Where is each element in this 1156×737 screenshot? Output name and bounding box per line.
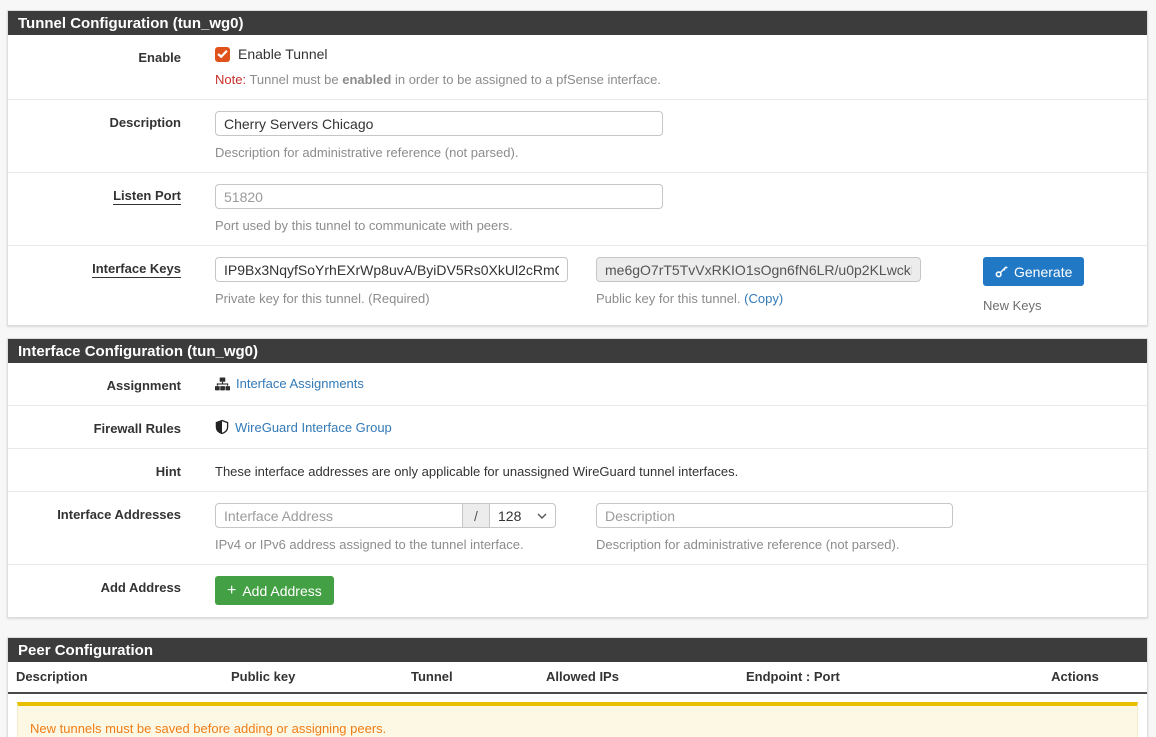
assignment-row: Assignment Interface A: [8, 363, 1147, 406]
hint-label: Hint: [8, 460, 181, 479]
hint-row: Hint These interface addresses are only …: [8, 449, 1147, 492]
interface-addresses-row: Interface Addresses / 128: [8, 492, 1147, 565]
col-public-key: Public key: [223, 667, 403, 686]
listen-port-help: Port used by this tunnel to communicate …: [215, 218, 1147, 233]
peer-table-header: Description Public key Tunnel Allowed IP…: [8, 662, 1147, 694]
slash-separator: /: [463, 503, 490, 528]
address-description-col: Description for administrative reference…: [596, 503, 953, 552]
col-allowed-ips: Allowed IPs: [538, 667, 738, 686]
peer-configuration-header: Peer Configuration: [8, 638, 1147, 662]
tunnel-configuration-panel: Tunnel Configuration (tun_wg0) Enable En…: [7, 10, 1148, 326]
new-keys-label: New Keys: [983, 298, 1084, 313]
add-address-button[interactable]: + Add Address: [215, 576, 334, 605]
add-address-row: Add Address + Add Address: [8, 565, 1147, 617]
check-icon: [217, 49, 228, 59]
chevron-down-icon: [537, 513, 547, 519]
interface-keys-row: Interface Keys Private key for this tunn…: [8, 246, 1147, 325]
enable-tunnel-checkbox[interactable]: [215, 47, 230, 62]
copy-public-key-link[interactable]: (Copy): [744, 291, 783, 306]
sitemap-icon: [215, 377, 230, 391]
tunnel-configuration-header: Tunnel Configuration (tun_wg0): [8, 11, 1147, 35]
wireguard-interface-group-link[interactable]: WireGuard Interface Group: [215, 417, 1147, 435]
tunnel-configuration-body: Enable Enable Tunnel Note: Tunnel must b…: [8, 35, 1147, 325]
tunnel-configuration-title: Tunnel Configuration (tun_wg0): [18, 15, 244, 32]
description-input[interactable]: [215, 111, 663, 136]
hint-text: These interface addresses are only appli…: [215, 464, 738, 479]
public-key-col: Public key for this tunnel. (Copy): [596, 257, 921, 313]
assignment-label: Assignment: [8, 374, 181, 393]
private-key-col: Private key for this tunnel. (Required): [215, 257, 568, 313]
address-description-help: Description for administrative reference…: [596, 537, 953, 552]
peer-configuration-title: Peer Configuration: [18, 642, 153, 659]
peers-warning-alert: New tunnels must be saved before adding …: [17, 702, 1138, 737]
add-address-label: Add Address: [8, 576, 181, 605]
enable-tunnel-checkbox-label: Enable Tunnel: [238, 46, 328, 62]
enable-note: Note: Tunnel must be enabled in order to…: [215, 72, 1147, 87]
peer-configuration-panel: Peer Configuration Description Public ke…: [7, 637, 1148, 737]
enable-row: Enable Enable Tunnel Note: Tunnel must b…: [8, 35, 1147, 100]
col-tunnel: Tunnel: [403, 667, 538, 686]
interface-keys-label: Interface Keys: [92, 261, 181, 278]
description-label: Description: [8, 111, 181, 160]
enable-tunnel-checkbox-wrap[interactable]: Enable Tunnel: [215, 46, 1147, 62]
col-actions: Actions: [1003, 667, 1147, 686]
interface-configuration-header: Interface Configuration (tun_wg0): [8, 339, 1147, 363]
interface-configuration-body: Assignment Interface A: [8, 363, 1147, 617]
interface-configuration-title: Interface Configuration (tun_wg0): [18, 343, 258, 360]
firewall-rules-label: Firewall Rules: [8, 417, 181, 436]
firewall-rules-row: Firewall Rules WireGuard Interface Group: [8, 406, 1147, 449]
private-key-help: Private key for this tunnel. (Required): [215, 291, 568, 306]
col-endpoint-port: Endpoint : Port: [738, 667, 1003, 686]
interface-configuration-panel: Interface Configuration (tun_wg0) Assign…: [7, 338, 1148, 618]
listen-port-label: Listen Port: [113, 188, 181, 205]
col-description: Description: [8, 667, 223, 686]
generate-keys-col: Generate New Keys: [983, 257, 1084, 313]
public-key-help: Public key for this tunnel. (Copy): [596, 291, 921, 306]
note-prefix: Note:: [215, 72, 246, 87]
generate-keys-button[interactable]: Generate: [983, 257, 1084, 286]
address-col: / 128 IPv4 or IPv6 address assigned to t…: [215, 503, 556, 552]
plus-icon: +: [227, 583, 236, 599]
interface-address-input[interactable]: [215, 503, 463, 528]
address-help: IPv4 or IPv6 address assigned to the tun…: [215, 537, 556, 552]
enable-label: Enable: [8, 46, 181, 87]
listen-port-input[interactable]: [215, 184, 663, 209]
listen-port-row: Listen Port Port used by this tunnel to …: [8, 173, 1147, 246]
description-row: Description Description for administrati…: [8, 100, 1147, 173]
wireguard-tunnel-edit-page: Tunnel Configuration (tun_wg0) Enable En…: [0, 0, 1156, 737]
private-key-input[interactable]: [215, 257, 568, 282]
public-key-input: [596, 257, 921, 282]
interface-assignments-link[interactable]: Interface Assignments: [215, 374, 1147, 391]
key-icon: [995, 265, 1008, 278]
interface-addresses-label: Interface Addresses: [8, 503, 181, 552]
address-mask-select[interactable]: 128: [490, 503, 556, 528]
address-description-input[interactable]: [596, 503, 953, 528]
peer-configuration-body: Description Public key Tunnel Allowed IP…: [8, 662, 1147, 737]
shield-icon: [215, 419, 229, 435]
description-help: Description for administrative reference…: [215, 145, 1147, 160]
